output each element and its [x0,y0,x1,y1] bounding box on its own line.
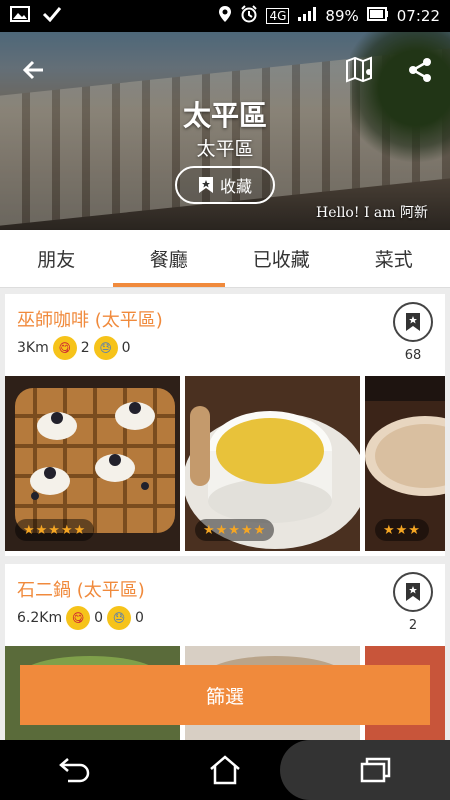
share-button[interactable] [402,52,438,88]
bookmark-button[interactable] [393,572,433,612]
clock: 07:22 [396,7,440,25]
system-nav-bar [0,740,450,800]
photo-rating: ★★★ [375,519,429,541]
image-notification-icon [10,6,30,26]
location-icon [218,5,232,27]
restaurant-name[interactable]: 石二鍋 (太平區) [17,576,145,602]
signal-icon [297,6,317,26]
sad-count: 0 [135,610,144,626]
happy-count: 2 [80,340,90,356]
system-home-button[interactable] [190,745,260,795]
page-subtitle: 太平區 [196,138,254,160]
restaurant-card[interactable]: 巫師咖啡 (太平區) 3Km 😋 2 😓 0 68 ★★★★★ ★★★★★ ★★… [5,294,445,556]
check-notification-icon [42,6,62,26]
sad-count: 0 [121,340,131,356]
favorite-button[interactable]: 收藏 [175,166,275,204]
system-back-button[interactable] [40,745,110,795]
sad-face-icon: 😓 [107,606,132,630]
bookmark-button[interactable] [393,302,433,342]
filter-button[interactable]: 篩選 [20,665,430,725]
restaurant-name[interactable]: 巫師咖啡 (太平區) [17,306,163,332]
tab-restaurants[interactable]: 餐廳 [112,230,226,287]
bookmark-star-icon [406,313,420,331]
happy-count: 0 [94,610,104,626]
arrow-left-icon [22,60,43,80]
favorite-label: 收藏 [219,177,252,196]
bookmark-star-icon [406,583,420,601]
tab-friends[interactable]: 朋友 [0,230,113,287]
status-bar: 4G 89% 07:22 [0,0,450,32]
tab-saved[interactable]: 已收藏 [225,230,338,287]
network-type: 4G [266,8,290,24]
distance: 6.2Km [17,610,63,626]
alarm-icon [240,5,258,27]
recents-icon [360,757,391,783]
tab-dishes[interactable]: 菜式 [338,230,450,287]
share-icon [409,58,431,82]
restaurant-stats: 3Km 😋 2 😓 0 [17,336,131,360]
photo-rating: ★★★★★ [195,519,275,541]
photo-pudding[interactable]: ★★★★★ [185,376,360,551]
sad-face-icon: 😓 [93,336,118,360]
back-icon [59,758,90,783]
happy-face-icon: 😋 [52,336,77,360]
photo-strip[interactable]: ★★★★★ ★★★★★ ★★★ [5,376,445,551]
back-button[interactable] [16,52,52,88]
distance: 3Km [17,340,49,356]
tab-bar: 朋友 餐廳 已收藏 菜式 [0,230,450,288]
home-icon [210,755,240,785]
battery-level: 89% [325,7,359,25]
watermark: Hello! I am 阿新 [315,205,428,221]
page-title: 太平區 [182,99,267,132]
system-recents-button[interactable] [340,745,410,795]
photo-drink[interactable]: ★★★ [365,376,445,551]
battery-icon [366,7,389,25]
bookmark-star-icon [198,177,213,193]
photo-rating: ★★★★★ [15,519,95,541]
bookmark-count: 2 [408,618,418,633]
hero-header: 太平區 太平區 收藏 Hello! I am 阿新 [0,32,450,230]
map-button[interactable] [342,52,378,88]
photo-waffle[interactable]: ★★★★★ [5,376,180,551]
map-icon [346,56,372,83]
happy-face-icon: 😋 [66,606,91,630]
bookmark-count: 68 [404,348,422,363]
restaurant-stats: 6.2Km 😋 0 😓 0 [17,606,144,630]
